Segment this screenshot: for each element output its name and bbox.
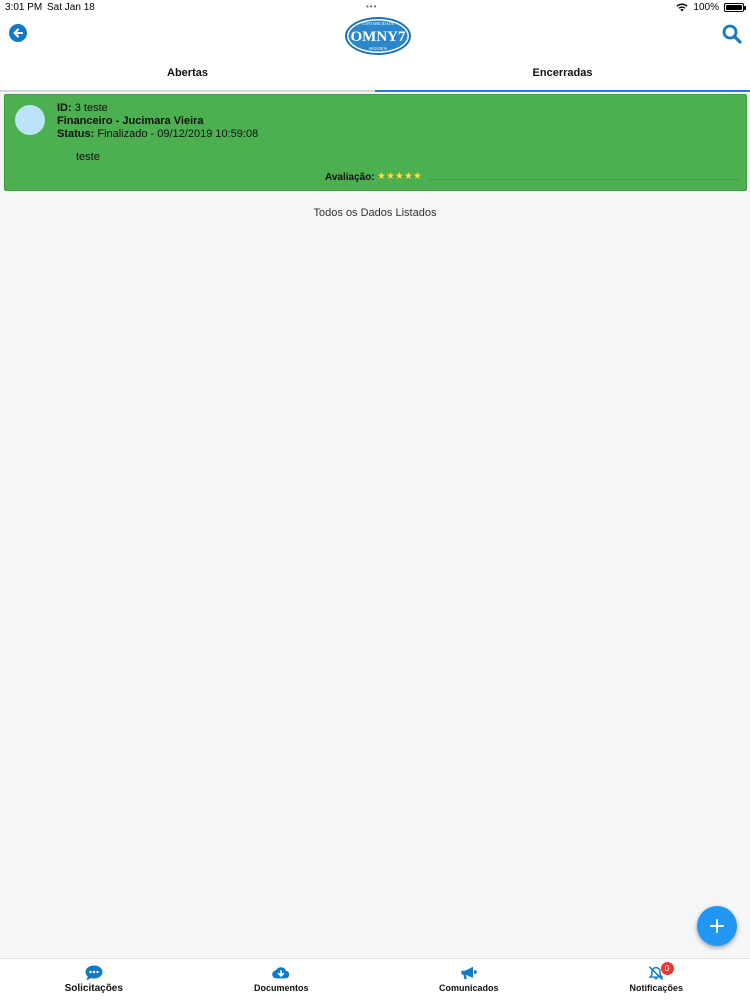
- rating-stars: ★★★★★: [377, 171, 422, 182]
- nav-solicitacoes[interactable]: Solicitações: [0, 959, 188, 1000]
- divider: [428, 179, 740, 180]
- battery-icon: [724, 3, 746, 12]
- list-end-message: Todos os Dados Listados: [313, 207, 437, 219]
- wifi-icon: [676, 3, 688, 12]
- tab-bar: Abertas Encerradas: [0, 60, 750, 92]
- notification-badge: 0: [660, 962, 674, 975]
- nav-label: Documentos: [253, 983, 309, 993]
- rating-label: Avaliação:: [325, 172, 375, 183]
- ticket-status-value: Finalizado - 09/12/2019 10:59:08: [97, 128, 259, 140]
- battery-percent: 100%: [693, 2, 719, 13]
- nav-label: Notificações: [629, 983, 684, 993]
- search-icon[interactable]: [722, 24, 742, 44]
- status-date: Sat Jan 18: [47, 2, 95, 13]
- status-time: 3:01 PM: [5, 2, 43, 13]
- nav-notificacoes[interactable]: Notificações 0: [563, 959, 750, 1000]
- tab-abertas[interactable]: Abertas: [0, 60, 375, 92]
- chat-icon: [85, 965, 103, 981]
- back-arrow-icon[interactable]: [9, 24, 27, 42]
- status-right: 100%: [676, 2, 746, 13]
- company-logo: CONTABILIDADE OMNY7 SEGUROS: [345, 17, 411, 55]
- avatar: [15, 105, 45, 135]
- ticket-department: Financeiro - Jucimara Vieira: [57, 115, 204, 127]
- ticket-status-line: Status: Finalizado - 09/12/2019 10:59:08: [57, 128, 258, 141]
- nav-documentos[interactable]: Documentos: [188, 959, 376, 1000]
- svg-text:SEGUROS: SEGUROS: [369, 46, 387, 51]
- ticket-card[interactable]: ID: 3 teste Financeiro - Jucimara Vieira…: [4, 94, 747, 191]
- nav-comunicados[interactable]: Comunicados: [375, 959, 563, 1000]
- plus-icon: [710, 919, 724, 933]
- svg-text:CONTABILIDADE: CONTABILIDADE: [362, 21, 395, 26]
- bottom-nav: Solicitações Documentos Comunicados Noti…: [0, 958, 750, 1000]
- svg-text:OMNY7: OMNY7: [351, 29, 406, 45]
- multitask-dots: •••: [366, 2, 378, 11]
- ticket-status-label: Status:: [57, 128, 95, 140]
- app-header: CONTABILIDADE OMNY7 SEGUROS: [0, 16, 750, 60]
- nav-label: Comunicados: [438, 983, 499, 993]
- ticket-description: teste: [76, 151, 100, 163]
- ticket-id-label: ID:: [57, 102, 72, 114]
- megaphone-icon: [461, 966, 477, 980]
- add-request-button[interactable]: [697, 906, 737, 946]
- cloud-download-icon: [272, 967, 290, 979]
- nav-label: Solicitações: [64, 983, 123, 994]
- ticket-info: ID: 3 teste Financeiro - Jucimara Vieira…: [57, 102, 258, 141]
- tab-encerradas[interactable]: Encerradas: [375, 60, 750, 92]
- status-bar: 3:01 PM Sat Jan 18 ••• 100%: [0, 0, 750, 16]
- rating-row: Avaliação: ★★★★★: [5, 171, 746, 186]
- ticket-id-value: 3 teste: [74, 102, 108, 114]
- ticket-id-line: ID: 3 teste: [57, 102, 258, 115]
